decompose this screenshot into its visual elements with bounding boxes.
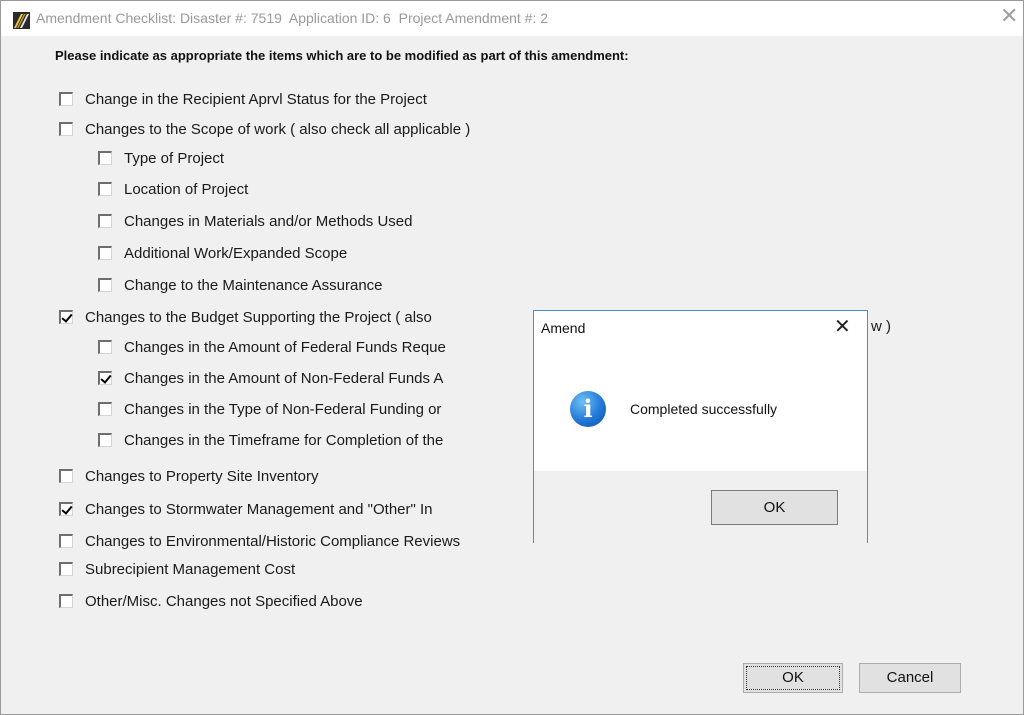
app-icon	[13, 12, 30, 29]
close-icon[interactable]: ✕	[1000, 5, 1018, 27]
checkbox-label: Type of Project	[124, 149, 225, 167]
checkbox-label: Subrecipient Management Cost	[85, 560, 296, 578]
checkbox-label: Changes in Materials and/or Methods Used	[124, 212, 413, 230]
checkbox[interactable]	[59, 469, 73, 483]
checkbox[interactable]	[98, 182, 112, 196]
checkbox-label: Changes in the Amount of Non-Federal Fun…	[124, 369, 444, 387]
checkbox-row-property-site-inventory[interactable]: Changes to Property Site Inventory	[59, 466, 318, 486]
checkbox[interactable]	[98, 402, 112, 416]
checkbox-label: Changes in the Amount of Federal Funds R…	[124, 338, 446, 356]
checkbox-row-recipient-aprvl-status[interactable]: Change in the Recipient Aprvl Status for…	[59, 89, 427, 109]
checkbox-row-budget-supporting-project[interactable]: Changes to the Budget Supporting the Pro…	[59, 307, 432, 327]
checkbox-row-non-federal-funds[interactable]: Changes in the Amount of Non-Federal Fun…	[98, 368, 443, 388]
checkbox[interactable]	[59, 310, 73, 324]
checkbox-label: Changes in the Timeframe for Completion …	[124, 431, 444, 449]
checkbox-label: Changes to Stormwater Management and "Ot…	[85, 500, 433, 518]
title-bar: Amendment Checklist: Disaster #: 7519 Ap…	[1, 1, 1023, 36]
checkbox-row-federal-funds[interactable]: Changes in the Amount of Federal Funds R…	[98, 337, 446, 357]
checkbox-row-maintenance-assurance[interactable]: Change to the Maintenance Assurance	[98, 275, 383, 295]
checkbox[interactable]	[59, 562, 73, 576]
checkbox-label: Changes to Environmental/Historic Compli…	[85, 532, 461, 550]
dialog-close-icon[interactable]: ✕	[834, 317, 851, 337]
checkbox[interactable]	[98, 371, 112, 385]
dialog-ok-button[interactable]: OK	[711, 490, 838, 525]
checkbox-label-continuation: w )	[871, 318, 891, 335]
checkbox[interactable]	[59, 92, 73, 106]
checkbox[interactable]	[98, 246, 112, 260]
checkbox-row-type-of-project[interactable]: Type of Project	[98, 148, 224, 168]
window-title: Amendment Checklist: Disaster #: 7519 Ap…	[36, 10, 549, 26]
cancel-button[interactable]: Cancel	[859, 663, 961, 693]
checkbox[interactable]	[98, 151, 112, 165]
checkbox-label: Location of Project	[124, 180, 249, 198]
instructions-text: Please indicate as appropriate the items…	[55, 48, 629, 63]
checkbox[interactable]	[59, 502, 73, 516]
checkbox[interactable]	[59, 122, 73, 136]
checkbox[interactable]	[59, 534, 73, 548]
checkbox-label: Changes to Property Site Inventory	[85, 467, 319, 485]
checkbox-row-subrecipient-management-cost[interactable]: Subrecipient Management Cost	[59, 559, 295, 579]
checkbox[interactable]	[98, 433, 112, 447]
information-icon: i	[570, 391, 606, 427]
dialog-footer: OK	[534, 471, 867, 543]
checkbox-row-stormwater-management[interactable]: Changes to Stormwater Management and "Ot…	[59, 499, 433, 519]
checkbox-label: Changes to the Budget Supporting the Pro…	[85, 308, 432, 326]
amend-message-dialog: Amend ✕ i Completed successfully OK	[533, 310, 868, 543]
checkbox[interactable]	[98, 278, 112, 292]
checkbox-row-scope-of-work[interactable]: Changes to the Scope of work ( also chec…	[59, 119, 470, 139]
checkbox-label: Changes in the Type of Non-Federal Fundi…	[124, 400, 442, 418]
checkbox-row-non-federal-funding-type[interactable]: Changes in the Type of Non-Federal Fundi…	[98, 399, 441, 419]
checkbox-row-other-misc[interactable]: Other/Misc. Changes not Specified Above	[59, 591, 363, 611]
checkbox-label: Changes to the Scope of work ( also chec…	[85, 120, 471, 138]
checkbox-row-environmental-historic[interactable]: Changes to Environmental/Historic Compli…	[59, 531, 460, 551]
checkbox-row-additional-work[interactable]: Additional Work/Expanded Scope	[98, 243, 347, 263]
checkbox-label: Change in the Recipient Aprvl Status for…	[85, 90, 427, 108]
dialog-message: Completed successfully	[630, 401, 778, 417]
checkbox[interactable]	[98, 214, 112, 228]
checkbox[interactable]	[59, 594, 73, 608]
checkbox-row-timeframe[interactable]: Changes in the Timeframe for Completion …	[98, 430, 443, 450]
checkbox-row-materials-methods[interactable]: Changes in Materials and/or Methods Used	[98, 211, 413, 231]
checkbox-label: Other/Misc. Changes not Specified Above	[85, 592, 363, 610]
ok-button[interactable]: OK	[743, 663, 843, 693]
checkbox-label: Change to the Maintenance Assurance	[124, 276, 383, 294]
dialog-title: Amend	[541, 320, 586, 336]
checkbox[interactable]	[98, 340, 112, 354]
checkbox-label: Additional Work/Expanded Scope	[124, 244, 348, 262]
amendment-checklist-window: Amendment Checklist: Disaster #: 7519 Ap…	[0, 0, 1024, 715]
checkbox-row-location-of-project[interactable]: Location of Project	[98, 179, 248, 199]
